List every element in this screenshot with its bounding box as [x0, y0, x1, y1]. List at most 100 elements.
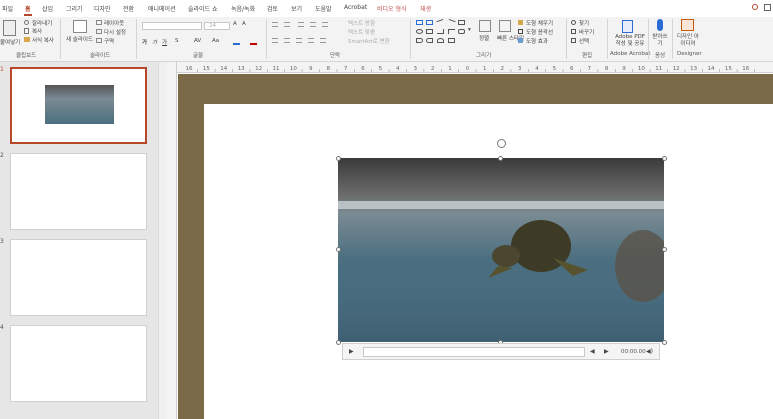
underline-button[interactable]: 가 [162, 38, 167, 46]
shape-effects-icon[interactable] [518, 38, 523, 43]
select-button[interactable]: 선택 [579, 37, 589, 45]
shrink-font-button[interactable]: A [242, 21, 246, 27]
tab-home[interactable]: 홈 [24, 4, 32, 16]
callout-shape-icon[interactable] [448, 38, 455, 43]
design-ideas-icon[interactable] [681, 19, 694, 31]
line-shape-icon[interactable] [436, 18, 445, 27]
layout-icon[interactable] [96, 20, 102, 25]
textbox-shape-icon[interactable] [416, 20, 423, 25]
font-color-icon[interactable] [250, 38, 257, 45]
tab-insert[interactable]: 삽입 [42, 4, 53, 13]
vertical-textbox-shape-icon[interactable] [426, 20, 433, 25]
layout-button[interactable]: 레이아웃 [104, 19, 124, 27]
comments-icon[interactable] [752, 4, 758, 10]
paste-button[interactable]: 붙여넣기 [0, 38, 20, 46]
slide-thumbnail[interactable] [10, 67, 147, 144]
reset-button[interactable]: 다시 설정 [104, 28, 126, 36]
arrange-button[interactable]: 정렬 [479, 34, 489, 42]
design-ideas-button[interactable]: 디자인 아이디어 [676, 34, 700, 48]
tab-draw[interactable]: 그리기 [66, 4, 83, 13]
decrease-indent-icon[interactable] [298, 22, 304, 27]
triangle-shape-icon[interactable] [437, 29, 444, 34]
smartart-button[interactable]: SmartArt로 변환 [348, 37, 390, 45]
shapes-more-button[interactable]: ▾ [468, 27, 471, 33]
tab-playback[interactable]: 재생 [420, 4, 431, 13]
arrange-icon[interactable] [479, 20, 491, 32]
arrow-shape-icon[interactable] [447, 18, 456, 27]
replace-icon[interactable] [571, 29, 576, 34]
video-frame[interactable] [338, 158, 664, 342]
replace-button[interactable]: 바꾸기 [579, 28, 594, 36]
format-painter-button[interactable]: 서식 복사 [32, 36, 54, 44]
play-icon[interactable]: ▶ [349, 348, 354, 355]
oval-shape-icon[interactable] [416, 29, 423, 34]
tab-view[interactable]: 보기 [291, 4, 302, 13]
increase-indent-icon[interactable] [310, 22, 316, 27]
text-direction-button[interactable]: 텍스트 방향 [348, 19, 375, 27]
volume-icon[interactable]: ◀) [646, 348, 653, 355]
star-shape-icon[interactable] [458, 29, 465, 34]
format-painter-icon[interactable] [24, 37, 30, 42]
create-pdf-button[interactable]: Adobe PDF 작성 및 공유 [612, 34, 648, 48]
bullets-icon[interactable] [272, 22, 278, 27]
share-icon[interactable] [764, 4, 771, 11]
curve-shape-icon[interactable] [426, 38, 433, 43]
resize-handle[interactable] [336, 340, 341, 345]
align-text-button[interactable]: 텍스트 맞춤 [348, 28, 375, 36]
align-center-icon[interactable] [284, 38, 290, 43]
shape-effects-button[interactable]: 도형 효과 [526, 37, 548, 45]
tab-acrobat[interactable]: Acrobat [344, 4, 367, 11]
tab-review[interactable]: 검토 [267, 4, 278, 13]
grow-font-button[interactable]: A [233, 21, 237, 27]
font-size-input[interactable]: 24 [204, 22, 230, 30]
shape-fill-icon[interactable] [518, 20, 523, 25]
line-spacing-icon[interactable] [322, 22, 328, 27]
tab-help[interactable]: 도움말 [315, 4, 332, 13]
quick-styles-icon[interactable] [499, 20, 511, 32]
tab-design[interactable]: 디자인 [94, 4, 111, 13]
slide-thumbnail[interactable] [10, 153, 147, 230]
slide-thumbnail[interactable] [10, 239, 147, 316]
font-name-input[interactable] [142, 22, 202, 30]
copy-button[interactable]: 복사 [32, 27, 42, 35]
copy-icon[interactable] [24, 28, 29, 34]
resize-handle[interactable] [662, 156, 667, 161]
align-right-icon[interactable] [296, 38, 302, 43]
step-forward-icon[interactable]: ▶ [604, 348, 609, 355]
tab-video-format[interactable]: 비디오 형식 [377, 4, 407, 13]
rotate-handle-icon[interactable] [497, 139, 506, 148]
resize-handle[interactable] [662, 340, 667, 345]
reset-icon[interactable] [96, 29, 102, 34]
new-slide-button[interactable]: 새 슬라이드 [66, 35, 93, 43]
rectangle-shape-icon[interactable] [458, 20, 465, 25]
thumbnail-scrollbar[interactable] [158, 62, 167, 419]
find-icon[interactable] [571, 20, 576, 25]
video-progress-track[interactable] [363, 347, 585, 357]
strikethrough-button[interactable]: S [175, 38, 179, 44]
justify-icon[interactable] [308, 38, 314, 43]
cut-icon[interactable] [24, 20, 29, 25]
highlight-icon[interactable] [233, 38, 240, 45]
resize-handle[interactable] [336, 247, 341, 252]
brace-shape-icon[interactable] [416, 38, 423, 43]
bold-button[interactable]: 가 [142, 38, 147, 46]
resize-handle[interactable] [662, 247, 667, 252]
arc-shape-icon[interactable] [437, 38, 444, 43]
shape-outline-icon[interactable] [518, 29, 523, 34]
find-button[interactable]: 찾기 [579, 19, 589, 27]
tab-transitions[interactable]: 전환 [123, 4, 134, 13]
columns-icon[interactable] [320, 38, 326, 43]
step-back-icon[interactable]: ◀ [590, 348, 595, 355]
section-button[interactable]: 구역 [104, 37, 114, 45]
change-case-button[interactable]: Aa [212, 38, 219, 44]
shape-fill-button[interactable]: 도형 채우기 [526, 19, 553, 27]
rounded-rect-shape-icon[interactable] [426, 29, 433, 34]
slide-thumbnail[interactable] [10, 325, 147, 402]
cut-button[interactable]: 잘라내기 [32, 19, 52, 27]
resize-handle[interactable] [336, 156, 341, 161]
tab-record[interactable]: 녹음/녹화 [231, 4, 255, 13]
align-left-icon[interactable] [272, 38, 278, 43]
paste-icon[interactable] [3, 20, 16, 36]
dictate-button[interactable]: 받아쓰기 [652, 34, 668, 48]
select-icon[interactable] [571, 38, 576, 43]
